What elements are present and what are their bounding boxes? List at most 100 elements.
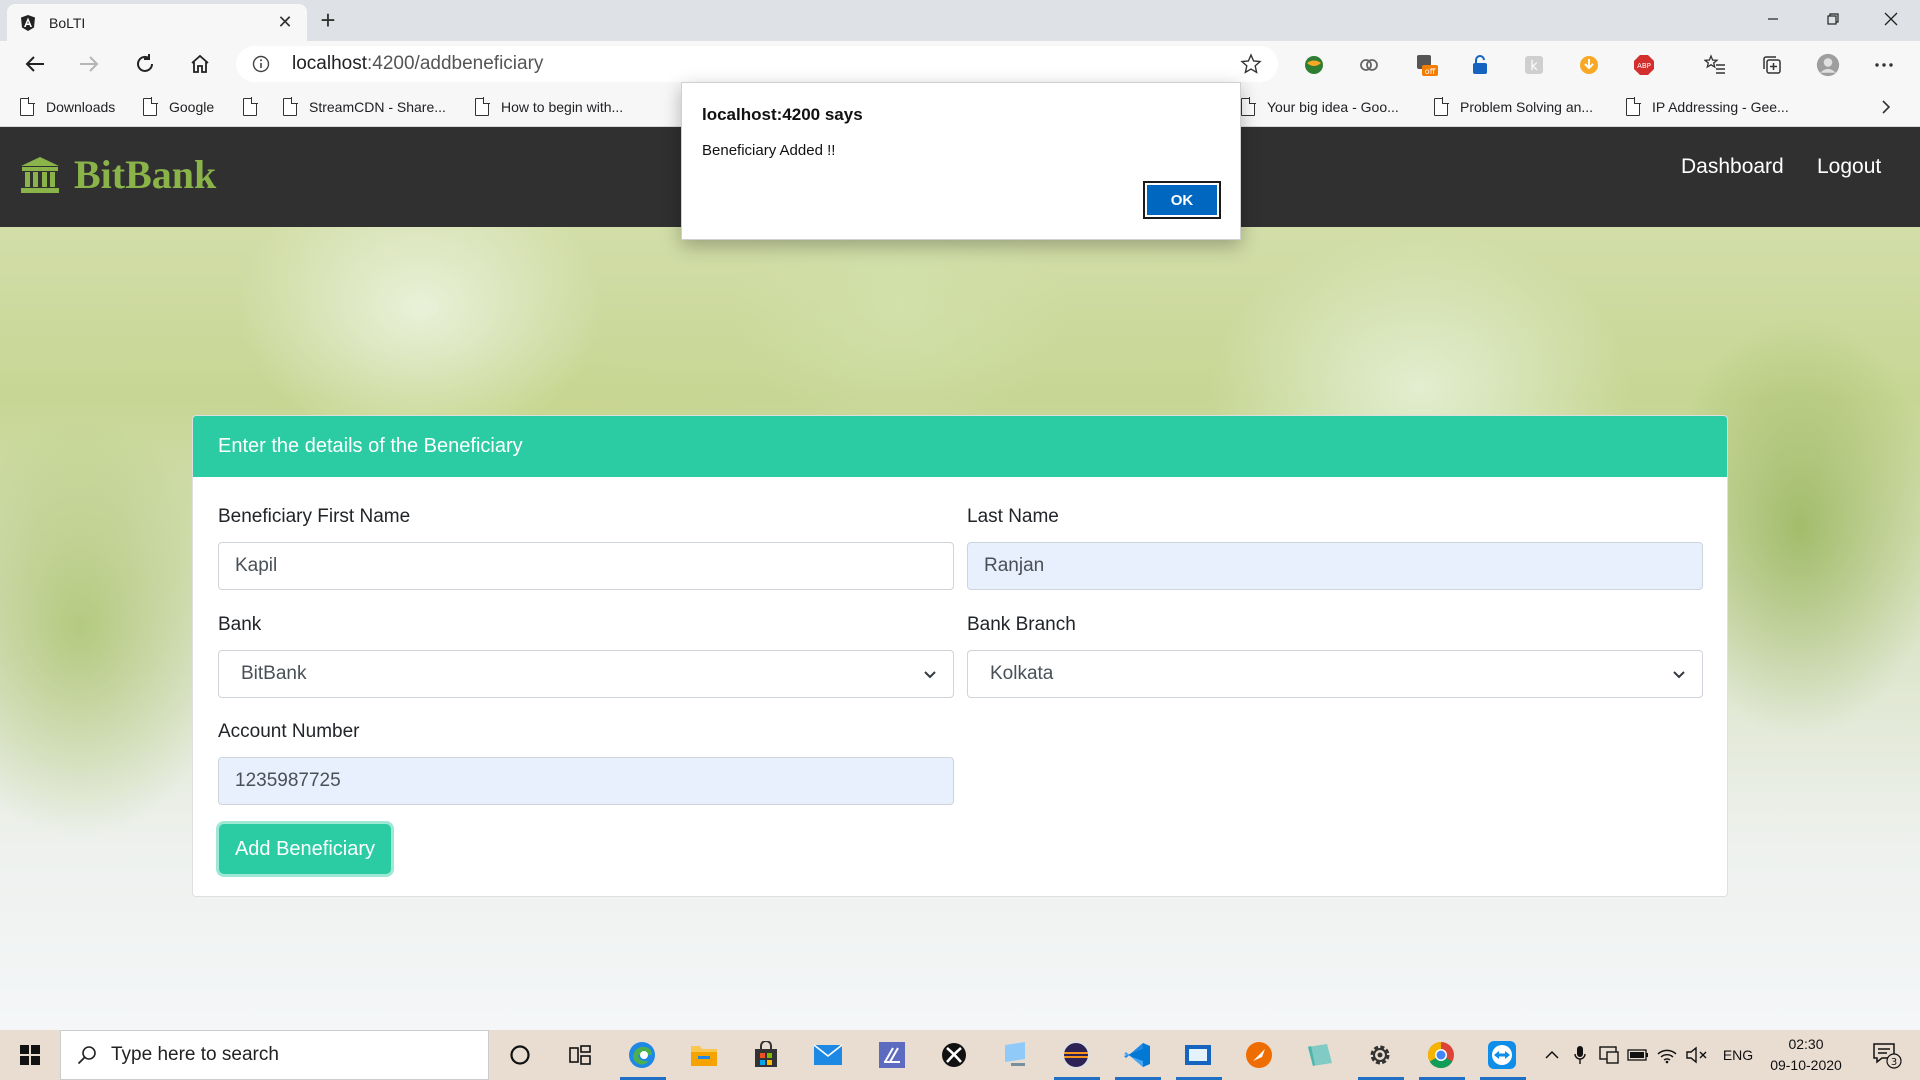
browser-tab-strip: BoLTI ✕ +: [0, 0, 1920, 41]
account-number-input[interactable]: 1235987725: [218, 757, 954, 805]
nav-logout-link[interactable]: Logout: [1817, 155, 1881, 179]
settings-gear-icon[interactable]: [1364, 1039, 1396, 1071]
refresh-icon[interactable]: [128, 47, 162, 81]
store-icon[interactable]: [750, 1039, 782, 1071]
bookmark-problem-solving[interactable]: Problem Solving an...: [1434, 95, 1593, 119]
remote-desktop-icon[interactable]: [1000, 1039, 1032, 1071]
last-name-input[interactable]: Ranjan: [967, 542, 1703, 590]
back-icon[interactable]: [18, 47, 52, 81]
volume-muted-icon[interactable]: [1684, 1030, 1710, 1080]
address-bar[interactable]: localhost:4200/addbeneficiary: [236, 46, 1278, 82]
task-view-icon[interactable]: [564, 1039, 596, 1071]
file-explorer-icon[interactable]: [688, 1039, 720, 1071]
postman-icon[interactable]: [1243, 1039, 1275, 1071]
cortana-icon[interactable]: [504, 1039, 536, 1071]
windows-logo-icon: [20, 1045, 40, 1065]
extension-download-icon[interactable]: [1577, 53, 1601, 77]
extension-lock-icon[interactable]: [1468, 53, 1492, 77]
dialog-ok-label: OK: [1147, 185, 1217, 215]
collections-icon[interactable]: [1760, 53, 1784, 77]
page-icon: [283, 97, 298, 116]
device-tray-icon[interactable]: [1597, 1030, 1621, 1080]
dialog-message: Beneficiary Added !!: [702, 142, 836, 159]
eclipse-icon[interactable]: [1060, 1039, 1092, 1071]
bookmark-downloads[interactable]: Downloads: [20, 95, 115, 119]
branch-select-value: Kolkata: [990, 663, 1054, 684]
clock-date: 09-10-2020: [1770, 1057, 1842, 1073]
extension-k-icon[interactable]: k: [1522, 53, 1546, 77]
alert-dialog: localhost:4200 says Beneficiary Added !!…: [681, 82, 1241, 240]
bookmark-streamcdn[interactable]: StreamCDN - Share...: [283, 95, 446, 119]
first-name-label: Beneficiary First Name: [218, 506, 411, 527]
bank-select[interactable]: BitBank: [218, 650, 954, 698]
first-name-value: Kapil: [235, 555, 278, 576]
page-icon: [1434, 97, 1449, 116]
site-info-icon[interactable]: [252, 55, 270, 73]
notification-count: 3: [1891, 1057, 1897, 1068]
bookmark-google[interactable]: Google: [143, 95, 214, 119]
angular-favicon-icon: [21, 14, 35, 31]
minimize-icon[interactable]: [1744, 0, 1802, 38]
first-name-input[interactable]: Kapil: [218, 542, 954, 590]
clock-time: 02:30: [1788, 1036, 1824, 1052]
brand-logo[interactable]: BitBank: [20, 151, 216, 198]
home-icon[interactable]: [183, 47, 217, 81]
profile-avatar-icon[interactable]: [1816, 53, 1840, 77]
browser-tab[interactable]: BoLTI ✕: [7, 4, 307, 41]
extension-adblock-icon[interactable]: ABP: [1632, 53, 1656, 77]
teamviewer-icon[interactable]: [1486, 1039, 1518, 1071]
microphone-icon[interactable]: [1568, 1030, 1592, 1080]
close-window-icon[interactable]: [1862, 0, 1920, 38]
mail-icon[interactable]: [812, 1039, 844, 1071]
svg-text:k: k: [1530, 59, 1538, 74]
xbox-icon[interactable]: [938, 1039, 970, 1071]
extension-globe-icon[interactable]: [1302, 53, 1326, 77]
tab-close-icon[interactable]: ✕: [275, 12, 295, 33]
page-icon: [243, 97, 258, 116]
page-icon: [143, 97, 158, 116]
branch-label: Bank Branch: [967, 614, 1076, 635]
vscode-icon[interactable]: [1121, 1039, 1153, 1071]
chrome-icon[interactable]: [1425, 1039, 1457, 1071]
chevron-down-icon: [1673, 671, 1685, 679]
visual-studio-app-icon[interactable]: [876, 1039, 908, 1071]
bookmark-big-idea[interactable]: Your big idea - Goo...: [1241, 95, 1399, 119]
svg-text:ABP: ABP: [1637, 62, 1651, 70]
new-tab-icon[interactable]: +: [314, 6, 342, 34]
taskbar-search-box[interactable]: Type here to search: [60, 1030, 489, 1080]
favorite-star-icon[interactable]: [1240, 53, 1262, 75]
input-language-indicator[interactable]: ENG: [1716, 1030, 1760, 1080]
more-menu-icon[interactable]: [1872, 53, 1896, 77]
bookmarks-overflow-chevron-icon[interactable]: [1880, 95, 1892, 119]
notifications-icon: 3: [1873, 1043, 1902, 1069]
sticky-app-icon[interactable]: [1182, 1039, 1214, 1071]
notepad-app-icon[interactable]: [1304, 1039, 1336, 1071]
beneficiary-form-card: Enter the details of the Beneficiary Ben…: [192, 415, 1728, 897]
extension-coupon-icon[interactable]: off: [1414, 53, 1438, 77]
bookmark-untitled[interactable]: [243, 95, 269, 119]
nav-dashboard-link[interactable]: Dashboard: [1681, 155, 1784, 179]
branch-select[interactable]: Kolkata: [967, 650, 1703, 698]
bank-label: Bank: [218, 614, 262, 635]
show-hidden-icons-chevron-icon[interactable]: [1540, 1030, 1564, 1080]
favorites-icon[interactable]: [1703, 53, 1727, 77]
page-icon: [1241, 97, 1256, 116]
forward-icon[interactable]: [72, 47, 106, 81]
chevron-down-icon: [924, 671, 936, 679]
page-icon: [1626, 97, 1641, 116]
dialog-ok-button[interactable]: OK: [1143, 181, 1221, 219]
start-button[interactable]: [0, 1030, 60, 1080]
add-beneficiary-button[interactable]: Add Beneficiary: [219, 824, 391, 874]
taskbar-clock[interactable]: 02:30 09-10-2020: [1764, 1034, 1848, 1076]
bookmark-ip-addressing[interactable]: IP Addressing - Gee...: [1626, 95, 1789, 119]
action-center-button[interactable]: 3: [1866, 1030, 1908, 1080]
page-icon: [20, 97, 35, 116]
restore-icon[interactable]: [1804, 0, 1862, 38]
search-icon: [77, 1046, 96, 1065]
browser-toolbar: localhost:4200/addbeneficiary off k ABP: [0, 41, 1920, 87]
wifi-icon[interactable]: [1655, 1030, 1679, 1080]
extension-link-icon[interactable]: [1357, 53, 1381, 77]
bookmark-how-to-begin[interactable]: How to begin with...: [475, 95, 623, 119]
battery-icon[interactable]: [1626, 1030, 1650, 1080]
edge-browser-icon[interactable]: [626, 1039, 658, 1071]
